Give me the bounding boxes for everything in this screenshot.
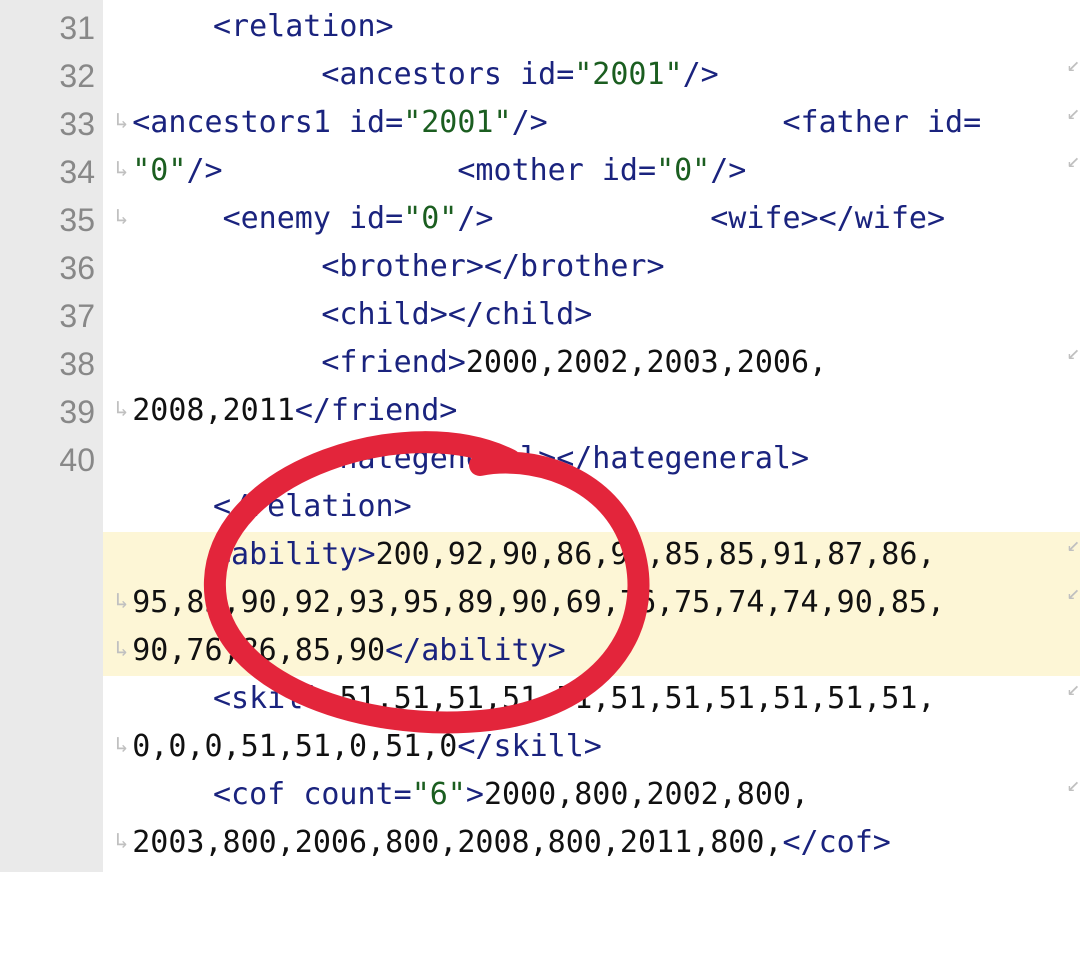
xml-attr-value: "2001"	[574, 57, 682, 92]
line-number: 36	[0, 244, 95, 292]
line-number: 32	[0, 52, 95, 100]
code-editor[interactable]: 31 32 33 34 35 36 37 38 39 40 <relation>…	[0, 0, 1080, 872]
code-content[interactable]: <relation> <ancestors id="2001"/>↙ ↳<anc…	[103, 0, 1080, 872]
code-line-wrap[interactable]: ↳"0"/> <mother id="0"/>↙	[103, 148, 1080, 196]
xml-text: 51,51,51,51,51,51,51,51,51,51,51,	[339, 681, 935, 716]
code-line[interactable]: </relation>	[103, 484, 1080, 532]
wrap-continue-icon: ↳	[103, 397, 132, 422]
code-line-current[interactable]: <ability>200,92,90,86,91,85,85,91,87,86,…	[103, 532, 1080, 580]
line-number: 35	[0, 196, 95, 244]
soft-wrap-icon: ↙	[1067, 576, 1080, 609]
line-number: 39	[0, 388, 95, 436]
code-line-wrap[interactable]: ↳2003,800,2006,800,2008,800,2011,800,</c…	[103, 820, 1080, 868]
code-line[interactable]: <friend>2000,2002,2003,2006,↙	[103, 340, 1080, 388]
xml-tag: <child>	[321, 297, 447, 332]
xml-text: 2000,800,2002,800,	[484, 777, 809, 812]
code-line[interactable]: <brother></brother>	[103, 244, 1080, 292]
xml-tag: <wife>	[710, 201, 818, 236]
code-line[interactable]: <relation>	[103, 4, 1080, 52]
line-number: 40	[0, 436, 95, 484]
line-number: 31	[0, 4, 95, 52]
code-line-wrap[interactable]: ↳90,76,86,85,90</ability>	[103, 628, 1080, 676]
soft-wrap-icon: ↙	[1067, 48, 1080, 81]
line-number: 33	[0, 100, 95, 148]
wrap-continue-icon: ↳	[103, 637, 132, 662]
xml-tag: <mother	[457, 153, 583, 188]
wrap-continue-icon: ↳	[103, 829, 132, 854]
code-line[interactable]: <ancestors id="2001"/>↙	[103, 52, 1080, 100]
xml-tag: <ability>	[213, 537, 376, 572]
xml-tag: <skill>	[213, 681, 339, 716]
xml-tag: <friend>	[321, 345, 466, 380]
xml-tag: <enemy	[223, 201, 331, 236]
soft-wrap-icon: ↙	[1067, 96, 1080, 129]
wrap-continue-icon: ↳	[103, 589, 132, 614]
xml-text: 2000,2002,2003,2006,	[466, 345, 827, 380]
code-line[interactable]: <cof count="6">2000,800,2002,800,↙	[103, 772, 1080, 820]
line-number: 34	[0, 148, 95, 196]
wrap-continue-icon: ↳	[103, 157, 132, 182]
code-line[interactable]: <skill>51,51,51,51,51,51,51,51,51,51,51,…	[103, 676, 1080, 724]
code-line[interactable]: <child></child>	[103, 292, 1080, 340]
code-line[interactable]: <hategeneral></hategeneral>	[103, 436, 1080, 484]
xml-tag: <hategeneral>	[321, 441, 556, 476]
code-line-wrap[interactable]: ↳2008,2011</friend>	[103, 388, 1080, 436]
xml-tag: <relation>	[213, 9, 394, 44]
xml-tag: <father	[783, 105, 909, 140]
xml-attr: id	[520, 57, 556, 92]
wrap-continue-icon: ↳	[103, 205, 132, 230]
soft-wrap-icon: ↙	[1067, 528, 1080, 561]
wrap-continue-icon: ↳	[103, 109, 132, 134]
soft-wrap-icon: ↙	[1067, 336, 1080, 369]
soft-wrap-icon: ↙	[1067, 672, 1080, 705]
xml-tag: <brother>	[321, 249, 484, 284]
line-number: 38	[0, 340, 95, 388]
xml-tag: <ancestors	[321, 57, 502, 92]
code-line-wrap[interactable]: ↳95,83,90,92,93,95,89,90,69,76,75,74,74,…	[103, 580, 1080, 628]
xml-tag: <ancestors1	[132, 105, 331, 140]
code-line-wrap[interactable]: ↳0,0,0,51,51,0,51,0</skill>	[103, 724, 1080, 772]
code-line-wrap[interactable]: ↳<ancestors1 id="2001"/> <father id=↙	[103, 100, 1080, 148]
xml-tag: <cof	[213, 777, 285, 812]
soft-wrap-icon: ↙	[1067, 768, 1080, 801]
xml-text: 200,92,90,86,91,85,85,91,87,86,	[376, 537, 936, 572]
xml-close-tag: </relation>	[213, 489, 412, 524]
code-line-wrap[interactable]: ↳ <enemy id="0"/> <wife></wife>	[103, 196, 1080, 244]
soft-wrap-icon: ↙	[1067, 144, 1080, 177]
line-number: 37	[0, 292, 95, 340]
wrap-continue-icon: ↳	[103, 733, 132, 758]
line-number-gutter: 31 32 33 34 35 36 37 38 39 40	[0, 0, 103, 872]
